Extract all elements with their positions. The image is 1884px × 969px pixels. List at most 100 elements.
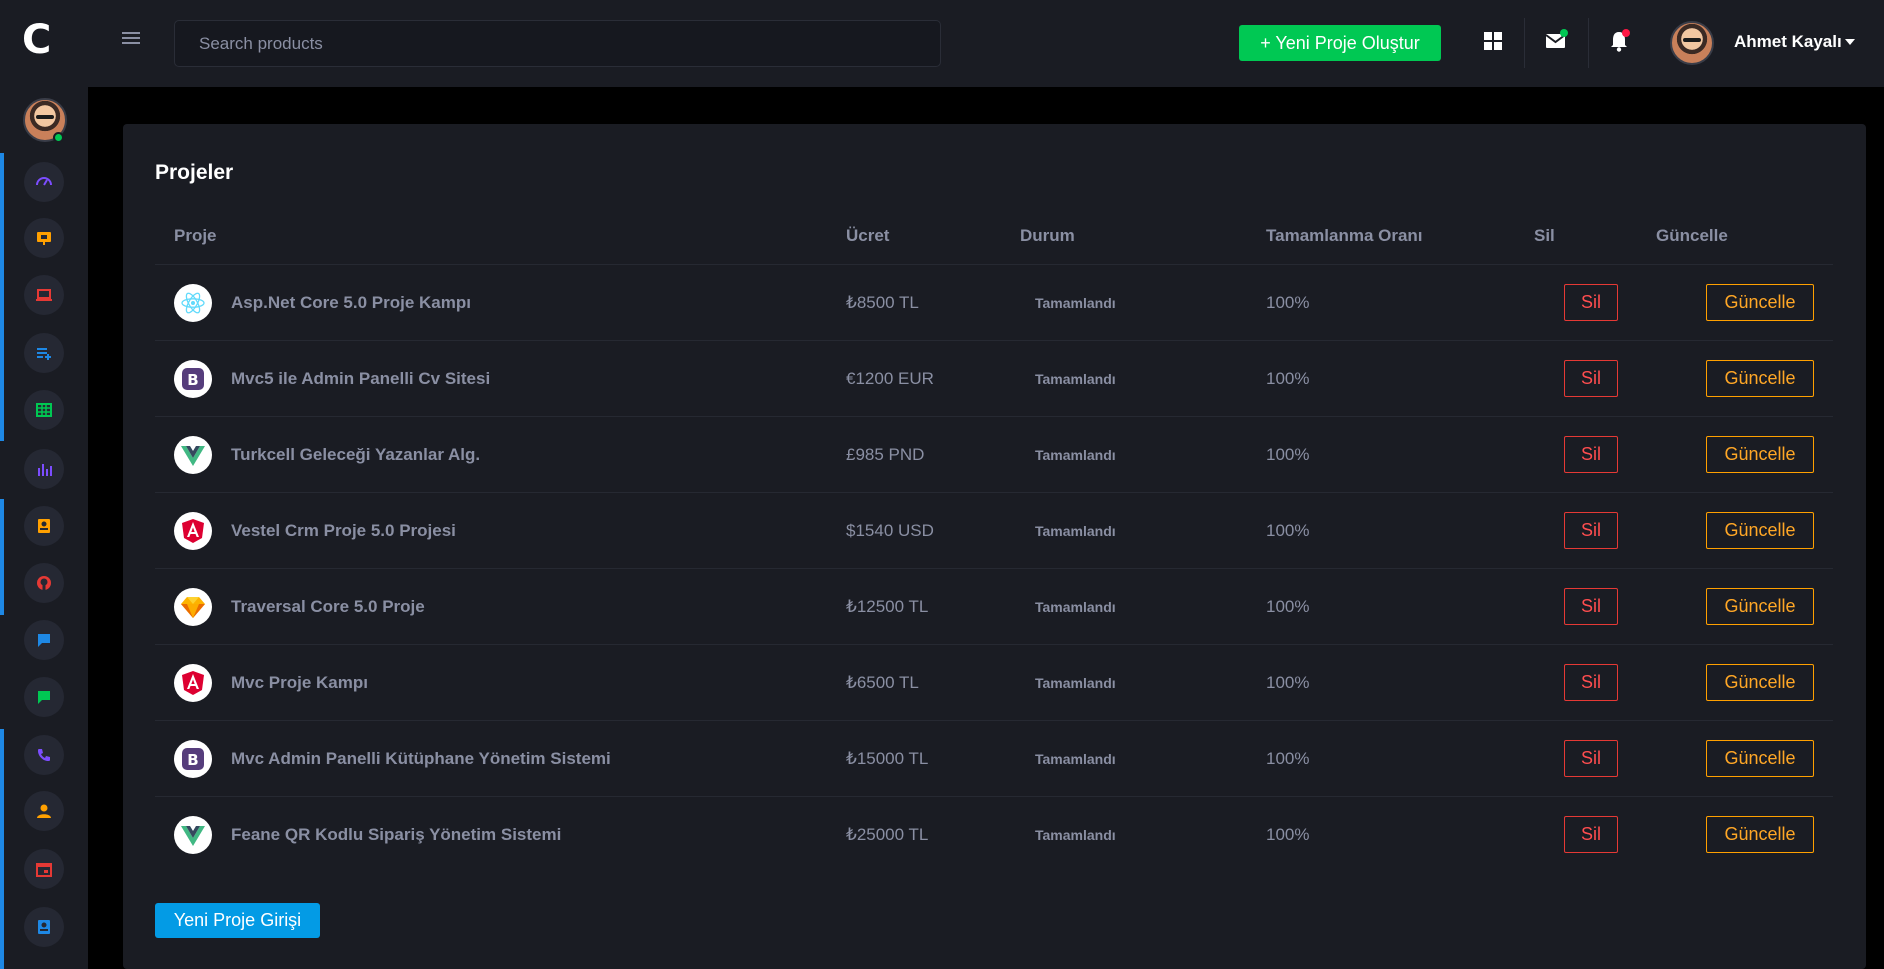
project-price: ₺12500 TL [846, 597, 929, 616]
user-avatar[interactable] [1670, 21, 1714, 65]
column-header-status: Durum [1020, 226, 1075, 245]
status-badge: Tamamlandı [1035, 295, 1116, 311]
completion-rate: 100% [1266, 369, 1310, 388]
sidebar-item-calendar[interactable] [4, 841, 112, 897]
project-name: Mvc Proje Kampı [231, 673, 368, 692]
table-row: B Mvc5 ile Admin Panelli Cv Sitesi €1200… [155, 340, 1833, 416]
sidebar-item-user[interactable] [4, 783, 112, 839]
completion-rate: 100% [1266, 749, 1310, 768]
status-badge: Tamamlandı [1035, 599, 1116, 615]
status-badge: Tamamlandı [1035, 675, 1116, 691]
sidebar-group-indicator [0, 729, 4, 969]
sidebar-group-indicator [0, 499, 4, 615]
status-badge: Tamamlandı [1035, 371, 1116, 387]
phone-icon [38, 749, 50, 761]
bell-icon[interactable] [1604, 26, 1634, 56]
delete-button[interactable]: Sil [1564, 284, 1618, 321]
project-name: Vestel Crm Proje 5.0 Projesi [231, 521, 456, 540]
sidebar-item-contacts[interactable] [4, 899, 112, 955]
delete-button[interactable]: Sil [1564, 740, 1618, 777]
search-input[interactable] [174, 20, 941, 67]
update-button[interactable]: Güncelle [1706, 588, 1814, 625]
sidebar-item-playlist[interactable] [4, 325, 112, 381]
status-badge: Tamamlandı [1035, 827, 1116, 843]
bootstrap-icon: B [174, 360, 212, 398]
table-grid-icon [36, 403, 52, 417]
column-header-completion-rate: Tamamlanma Oranı [1266, 226, 1423, 245]
calendar-icon [36, 863, 52, 877]
delete-button[interactable]: Sil [1564, 664, 1618, 701]
update-button[interactable]: Güncelle [1706, 436, 1814, 473]
chevron-down-icon[interactable] [1845, 39, 1855, 45]
apps-grid-icon[interactable] [1478, 26, 1508, 56]
bar-chart-icon [38, 464, 52, 476]
table-row: Vestel Crm Proje 5.0 Projesi $1540 USD T… [155, 492, 1833, 568]
project-price: ₺6500 TL [846, 673, 919, 692]
angular-icon [174, 512, 212, 550]
sidebar-item-dashboard[interactable] [4, 154, 112, 210]
react-icon [174, 284, 212, 322]
sidebar-item-github[interactable] [4, 555, 112, 611]
laptop-icon [36, 289, 52, 301]
username[interactable]: Ahmet Kayalı [1734, 32, 1842, 52]
sidebar [0, 87, 112, 969]
update-button[interactable]: Güncelle [1706, 664, 1814, 701]
divider [1588, 18, 1589, 68]
completion-rate: 100% [1266, 825, 1310, 844]
page-title: Projeler [155, 161, 234, 184]
project-name: Mvc Admin Panelli Kütüphane Yönetim Sist… [231, 749, 611, 768]
sketch-icon [174, 588, 212, 626]
update-button[interactable]: Güncelle [1706, 512, 1814, 549]
table-row: Turkcell Geleceği Yazanlar Alg. £985 PND… [155, 416, 1833, 492]
contact-card-icon [38, 519, 50, 533]
sidebar-item-message[interactable] [4, 669, 112, 725]
dashboard-gauge-icon [36, 177, 52, 186]
project-price: €1200 EUR [846, 369, 934, 388]
update-button[interactable]: Güncelle [1706, 360, 1814, 397]
table-row: Traversal Core 5.0 Proje ₺12500 TL Tamam… [155, 568, 1833, 644]
column-header-delete: Sil [1534, 226, 1555, 245]
completion-rate: 100% [1266, 673, 1310, 692]
update-button[interactable]: Güncelle [1706, 284, 1814, 321]
delete-button[interactable]: Sil [1564, 588, 1618, 625]
column-header-price: Ücret [846, 226, 890, 245]
completion-rate: 100% [1266, 293, 1310, 312]
sidebar-item-table[interactable] [4, 382, 112, 438]
update-button[interactable]: Güncelle [1706, 816, 1814, 853]
app-logo[interactable]: C [22, 20, 54, 60]
mail-icon[interactable] [1541, 26, 1571, 56]
project-name: Feane QR Kodlu Sipariş Yönetim Sistemi [231, 825, 562, 844]
completion-rate: 100% [1266, 597, 1310, 616]
delete-button[interactable]: Sil [1564, 512, 1618, 549]
project-price: ₺15000 TL [846, 749, 929, 768]
playlist-add-icon [37, 348, 51, 360]
sidebar-item-charts[interactable] [4, 441, 112, 497]
new-project-button[interactable]: + Yeni Proje Oluştur [1239, 25, 1441, 61]
sidebar-item-presentation[interactable] [4, 210, 112, 266]
sidebar-item-phone[interactable] [4, 727, 112, 783]
completion-rate: 100% [1266, 521, 1310, 540]
message-icon [38, 691, 50, 704]
new-project-entry-button[interactable]: Yeni Proje Girişi [155, 903, 320, 938]
project-name: Turkcell Geleceği Yazanlar Alg. [231, 445, 481, 464]
project-name: Mvc5 ile Admin Panelli Cv Sitesi [231, 369, 491, 388]
project-name: Traversal Core 5.0 Proje [231, 597, 425, 616]
sidebar-item-chat[interactable] [4, 612, 112, 668]
table-row: Feane QR Kodlu Sipariş Yönetim Sistemi ₺… [155, 796, 1833, 872]
project-price: £985 PND [846, 445, 925, 464]
hamburger-menu-icon[interactable] [122, 32, 140, 46]
sidebar-group-indicator [0, 153, 4, 441]
delete-button[interactable]: Sil [1564, 436, 1618, 473]
project-price: ₺25000 TL [846, 825, 929, 844]
svg-text:B: B [187, 371, 198, 389]
user-icon [37, 804, 51, 818]
status-badge: Tamamlandı [1035, 523, 1116, 539]
update-button[interactable]: Güncelle [1706, 740, 1814, 777]
divider [1524, 18, 1525, 68]
sidebar-item-contact-card[interactable] [4, 498, 112, 554]
delete-button[interactable]: Sil [1564, 816, 1618, 853]
table-row: Asp.Net Core 5.0 Proje Kampı ₺8500 TL Ta… [155, 264, 1833, 340]
delete-button[interactable]: Sil [1564, 360, 1618, 397]
presentation-icon [37, 232, 51, 245]
sidebar-item-laptop[interactable] [4, 267, 112, 323]
